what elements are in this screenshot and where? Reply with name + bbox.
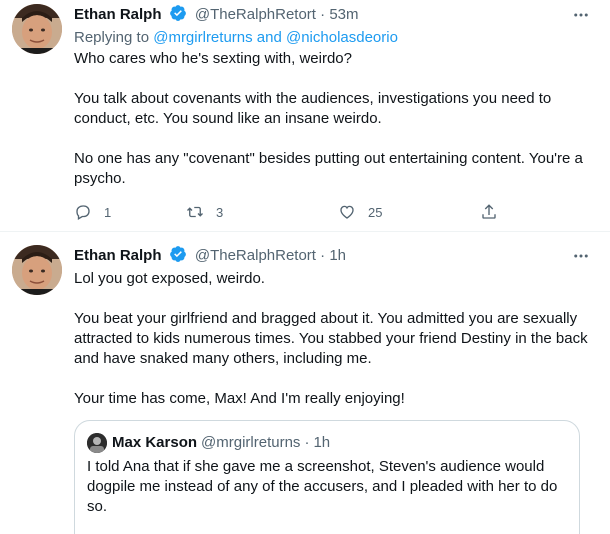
quoted-tweet-text: I told Ana that if she gave me a screens… bbox=[87, 458, 558, 515]
separator-dot: · bbox=[304, 434, 310, 451]
timestamp[interactable]: 1h bbox=[329, 247, 346, 264]
tweet-paragraph: No one has any "covenant" besides puttin… bbox=[74, 150, 583, 187]
share-icon bbox=[482, 204, 496, 219]
tweet[interactable]: Ethan Ralph @TheRalphRetort · 53m Replyi… bbox=[0, 0, 610, 232]
timestamp[interactable]: 53m bbox=[329, 6, 358, 23]
quoted-avatar bbox=[87, 433, 107, 453]
quoted-author-handle: @mrgirlreturns bbox=[201, 434, 301, 451]
verified-badge-icon bbox=[169, 246, 186, 262]
avatar-image bbox=[12, 4, 62, 54]
avatar[interactable] bbox=[12, 245, 62, 295]
verified-badge-icon bbox=[169, 5, 186, 21]
tweet-text: Lol you got exposed, weirdo. You beat yo… bbox=[74, 269, 596, 409]
replying-to-users-link[interactable]: @mrgirlreturns and @nicholasdeorio bbox=[153, 29, 398, 46]
tweet-paragraph: Who cares who he's sexting with, weirdo? bbox=[74, 50, 352, 67]
tweet-text: Who cares who he's sexting with, weirdo?… bbox=[74, 49, 596, 189]
replying-to-label: Replying to bbox=[74, 29, 150, 46]
retweet-icon bbox=[187, 206, 203, 218]
retweet-button[interactable]: 3 bbox=[186, 202, 223, 222]
tweet-paragraph: You talk about covenants with the audien… bbox=[74, 90, 552, 127]
reply-count: 1 bbox=[104, 204, 112, 220]
heart-icon bbox=[340, 205, 354, 219]
like-count: 25 bbox=[368, 204, 383, 220]
avatar[interactable] bbox=[12, 4, 62, 54]
tweet-paragraph: You beat your girlfriend and bragged abo… bbox=[74, 310, 588, 367]
quoted-author-name: Max Karson bbox=[112, 434, 198, 451]
quoted-tweet-header: Max Karson @mrgirlreturns · 1h bbox=[87, 433, 567, 453]
share-button[interactable] bbox=[480, 202, 498, 222]
tweet-header: Ethan Ralph @TheRalphRetort · 1h bbox=[74, 245, 592, 267]
replying-to: Replying to @mrgirlreturns and @nicholas… bbox=[74, 28, 398, 48]
more-options-button[interactable] bbox=[570, 245, 592, 267]
tweet-paragraph: Lol you got exposed, weirdo. bbox=[74, 270, 265, 287]
author-handle[interactable]: @TheRalphRetort bbox=[195, 6, 316, 23]
quoted-tweet[interactable]: Max Karson @mrgirlreturns · 1h I told An… bbox=[74, 420, 580, 534]
more-options-button[interactable] bbox=[570, 4, 592, 26]
like-button[interactable]: 25 bbox=[338, 202, 382, 222]
quoted-timestamp: 1h bbox=[313, 434, 331, 451]
avatar-image bbox=[12, 245, 62, 295]
quoted-avatar-image bbox=[87, 433, 107, 453]
separator-dot: · bbox=[320, 6, 326, 23]
author-handle[interactable]: @TheRalphRetort bbox=[195, 247, 316, 264]
more-horizontal-icon bbox=[574, 254, 588, 258]
reply-icon bbox=[76, 205, 90, 220]
author-name[interactable]: Ethan Ralph bbox=[74, 247, 162, 264]
retweet-count: 3 bbox=[216, 204, 224, 220]
author-name[interactable]: Ethan Ralph bbox=[74, 6, 162, 23]
tweet-header: Ethan Ralph @TheRalphRetort · 53m bbox=[74, 4, 592, 26]
tweet-actions: 1 3 25 bbox=[74, 202, 504, 222]
more-horizontal-icon bbox=[574, 13, 588, 17]
tweet[interactable]: Ethan Ralph @TheRalphRetort · 1h Lol you… bbox=[0, 233, 610, 534]
tweet-paragraph: Your time has come, Max! And I'm really … bbox=[74, 390, 405, 407]
separator-dot: · bbox=[320, 247, 326, 264]
reply-button[interactable]: 1 bbox=[74, 202, 111, 222]
